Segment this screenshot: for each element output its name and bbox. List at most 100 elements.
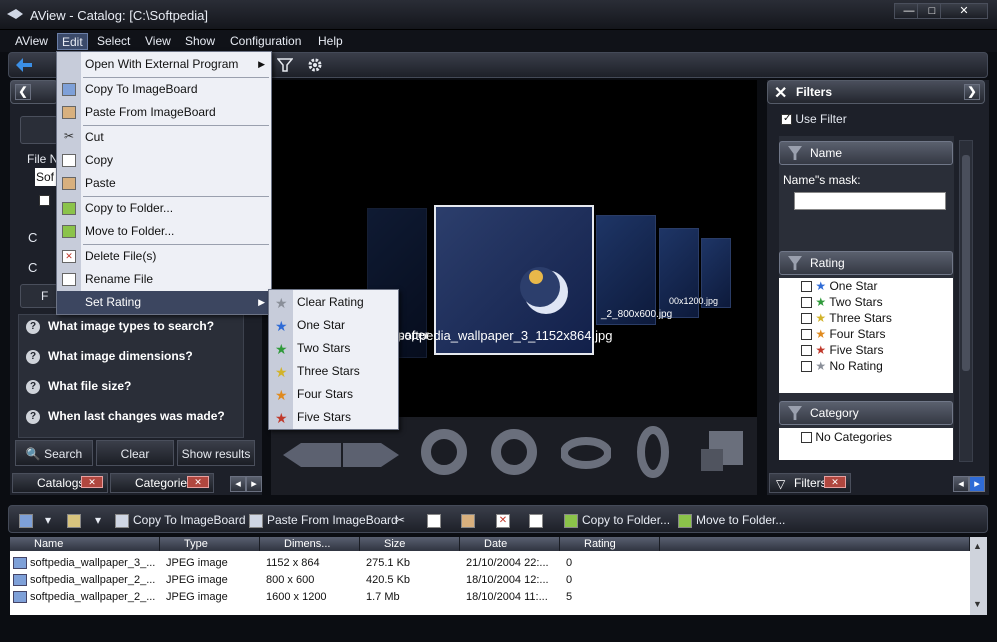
menu-item-rename-file[interactable]: Rename File bbox=[57, 268, 271, 291]
filters-scrollbar[interactable] bbox=[959, 140, 973, 462]
menu-item-paste[interactable]: Paste bbox=[57, 172, 271, 195]
menu-item-open-with-external-program[interactable]: Open With External Program ▶ bbox=[57, 53, 271, 76]
delete-button[interactable]: ✕ bbox=[496, 513, 514, 528]
column-header-type[interactable]: Type bbox=[160, 537, 260, 551]
flip-horizontal-icon[interactable] bbox=[561, 431, 611, 475]
menu-item-copy[interactable]: Copy bbox=[57, 149, 271, 172]
menu-item-copy-to-imageboard[interactable]: Copy To ImageBoard bbox=[57, 78, 271, 101]
gear-icon[interactable] bbox=[307, 57, 323, 73]
filter-icon[interactable] bbox=[277, 57, 293, 73]
dropdown-arrow-icon[interactable]: ▾ bbox=[45, 513, 51, 527]
menu-item-cut[interactable]: ✂ Cut bbox=[57, 126, 271, 149]
scrollbar-thumb[interactable] bbox=[962, 155, 970, 371]
close-button[interactable]: ✕ bbox=[940, 3, 988, 19]
copy-to-folder-button[interactable]: Copy to Folder... bbox=[564, 513, 670, 528]
paste-from-imageboard-button[interactable]: Paste From ImageBoard bbox=[249, 513, 398, 528]
tab-scroll-right-icon[interactable]: ▸ bbox=[969, 476, 985, 492]
name-mask-input[interactable] bbox=[794, 192, 946, 210]
close-tab-icon[interactable]: ✕ bbox=[824, 476, 846, 488]
close-filters-icon[interactable]: ✕ bbox=[774, 83, 787, 103]
menu-item-paste-from-imageboard[interactable]: Paste From ImageBoard bbox=[57, 101, 271, 124]
rating-checkbox[interactable] bbox=[801, 297, 812, 309]
use-filter-checkbox[interactable]: ✓ bbox=[781, 113, 792, 126]
tab-scroll-left-icon[interactable]: ◂ bbox=[953, 476, 969, 492]
column-header-dimensions[interactable]: Dimens... bbox=[260, 537, 360, 551]
back-arrow-icon[interactable] bbox=[15, 57, 33, 73]
table-row[interactable]: softpedia_wallpaper_2_... JPEG image 800… bbox=[10, 572, 660, 589]
filter-section-category[interactable]: Category bbox=[779, 401, 953, 425]
menu-item-copy-to-folder[interactable]: Copy to Folder... bbox=[57, 197, 271, 220]
menu-aview[interactable]: AView bbox=[11, 33, 52, 50]
submenu-item-four-stars[interactable]: ★ Four Stars bbox=[269, 383, 398, 406]
rating-checkbox[interactable] bbox=[801, 361, 812, 373]
rotate-left-icon[interactable] bbox=[419, 425, 469, 479]
crop-icon[interactable] bbox=[699, 429, 745, 475]
column-header-date[interactable]: Date bbox=[460, 537, 560, 551]
menu-configuration[interactable]: Configuration bbox=[226, 33, 305, 50]
file-name-input[interactable]: Sof bbox=[35, 168, 58, 186]
use-filter-toggle[interactable]: ✓ Use Filter bbox=[781, 112, 847, 126]
category-option-none[interactable]: No Categories bbox=[801, 430, 892, 445]
tab-categories[interactable]: Categories ✕ bbox=[110, 473, 214, 493]
rating-checkbox[interactable] bbox=[801, 281, 812, 293]
rename-button[interactable] bbox=[529, 513, 547, 528]
rating-checkbox[interactable] bbox=[801, 345, 812, 357]
rating-option-five-stars[interactable]: ★ Five Stars bbox=[801, 343, 883, 358]
list-view-icon[interactable] bbox=[19, 513, 37, 528]
menu-help[interactable]: Help bbox=[314, 33, 347, 50]
tab-scroll-right-icon[interactable]: ▸ bbox=[246, 476, 262, 492]
category-checkbox[interactable] bbox=[801, 432, 812, 444]
search-button[interactable]: 🔍 Search bbox=[15, 440, 93, 466]
rating-option-four-stars[interactable]: ★ Four Stars bbox=[801, 327, 885, 342]
submenu-item-five-stars[interactable]: ★ Five Stars bbox=[269, 406, 398, 429]
side-item-c2[interactable]: C bbox=[28, 260, 37, 275]
menu-edit[interactable]: Edit bbox=[57, 33, 88, 50]
close-tab-icon[interactable]: ✕ bbox=[81, 476, 103, 488]
filter-section-rating[interactable]: Rating bbox=[779, 251, 953, 275]
table-row[interactable]: softpedia_wallpaper_2_... JPEG image 160… bbox=[10, 589, 660, 606]
menu-item-set-rating[interactable]: Set Rating ▶ bbox=[57, 291, 271, 314]
menu-item-move-to-folder[interactable]: Move to Folder... bbox=[57, 220, 271, 243]
chevron-left-icon[interactable]: ❮ bbox=[15, 84, 31, 100]
question-file-size[interactable]: ? What file size? bbox=[18, 379, 236, 401]
cut-button[interactable]: ✂ bbox=[395, 513, 405, 527]
rating-checkbox[interactable] bbox=[801, 329, 812, 341]
side-item-c1[interactable]: C bbox=[28, 230, 37, 245]
rating-checkbox[interactable] bbox=[801, 313, 812, 325]
file-option-checkbox[interactable] bbox=[39, 195, 50, 206]
question-image-dimensions[interactable]: ? What image dimensions? bbox=[18, 349, 236, 371]
tab-filters[interactable]: ▽ Filters ✕ bbox=[769, 473, 851, 493]
chevron-right-icon[interactable]: ❯ bbox=[964, 84, 980, 100]
tab-scroll-left-icon[interactable]: ◂ bbox=[230, 476, 246, 492]
copy-to-imageboard-button[interactable]: Copy To ImageBoard bbox=[115, 513, 246, 528]
submenu-item-clear-rating[interactable]: ★ Clear Rating bbox=[269, 291, 398, 314]
submenu-item-three-stars[interactable]: ★ Three Stars bbox=[269, 360, 398, 383]
scroll-up-icon[interactable]: ▲ bbox=[973, 541, 982, 551]
table-scrollbar[interactable]: ▲ ▼ bbox=[970, 537, 987, 615]
column-header-size[interactable]: Size bbox=[360, 537, 460, 551]
column-header-name[interactable]: Name bbox=[10, 537, 160, 551]
column-header-rating[interactable]: Rating bbox=[560, 537, 660, 551]
menu-view[interactable]: View bbox=[141, 33, 175, 50]
close-tab-icon[interactable]: ✕ bbox=[187, 476, 209, 488]
copy-button[interactable] bbox=[427, 513, 445, 528]
submenu-item-two-stars[interactable]: ★ Two Stars bbox=[269, 337, 398, 360]
rating-option-no-rating[interactable]: ★ No Rating bbox=[801, 359, 883, 374]
menu-select[interactable]: Select bbox=[93, 33, 134, 50]
flip-vertical-icon[interactable] bbox=[633, 425, 673, 479]
dropdown-arrow-icon[interactable]: ▾ bbox=[95, 513, 101, 527]
submenu-item-one-star[interactable]: ★ One Star bbox=[269, 314, 398, 337]
move-to-folder-button[interactable]: Move to Folder... bbox=[678, 513, 785, 528]
tab-catalogs[interactable]: Catalogs ✕ bbox=[12, 473, 108, 493]
paste-button[interactable] bbox=[461, 513, 479, 528]
show-results-button[interactable]: Show results bbox=[177, 440, 255, 466]
rotate-right-icon[interactable] bbox=[489, 425, 539, 479]
rating-option-two-stars[interactable]: ★ Two Stars bbox=[801, 295, 883, 310]
question-image-types[interactable]: ? What image types to search? bbox=[18, 319, 236, 341]
clear-button[interactable]: Clear bbox=[96, 440, 174, 466]
thumbnail-view-icon[interactable] bbox=[67, 513, 85, 528]
question-last-changes[interactable]: ? When last changes was made? bbox=[18, 409, 236, 431]
table-row[interactable]: softpedia_wallpaper_3_... JPEG image 115… bbox=[10, 555, 660, 572]
prev-next-arrows-icon[interactable] bbox=[281, 435, 401, 475]
menu-show[interactable]: Show bbox=[181, 33, 219, 50]
